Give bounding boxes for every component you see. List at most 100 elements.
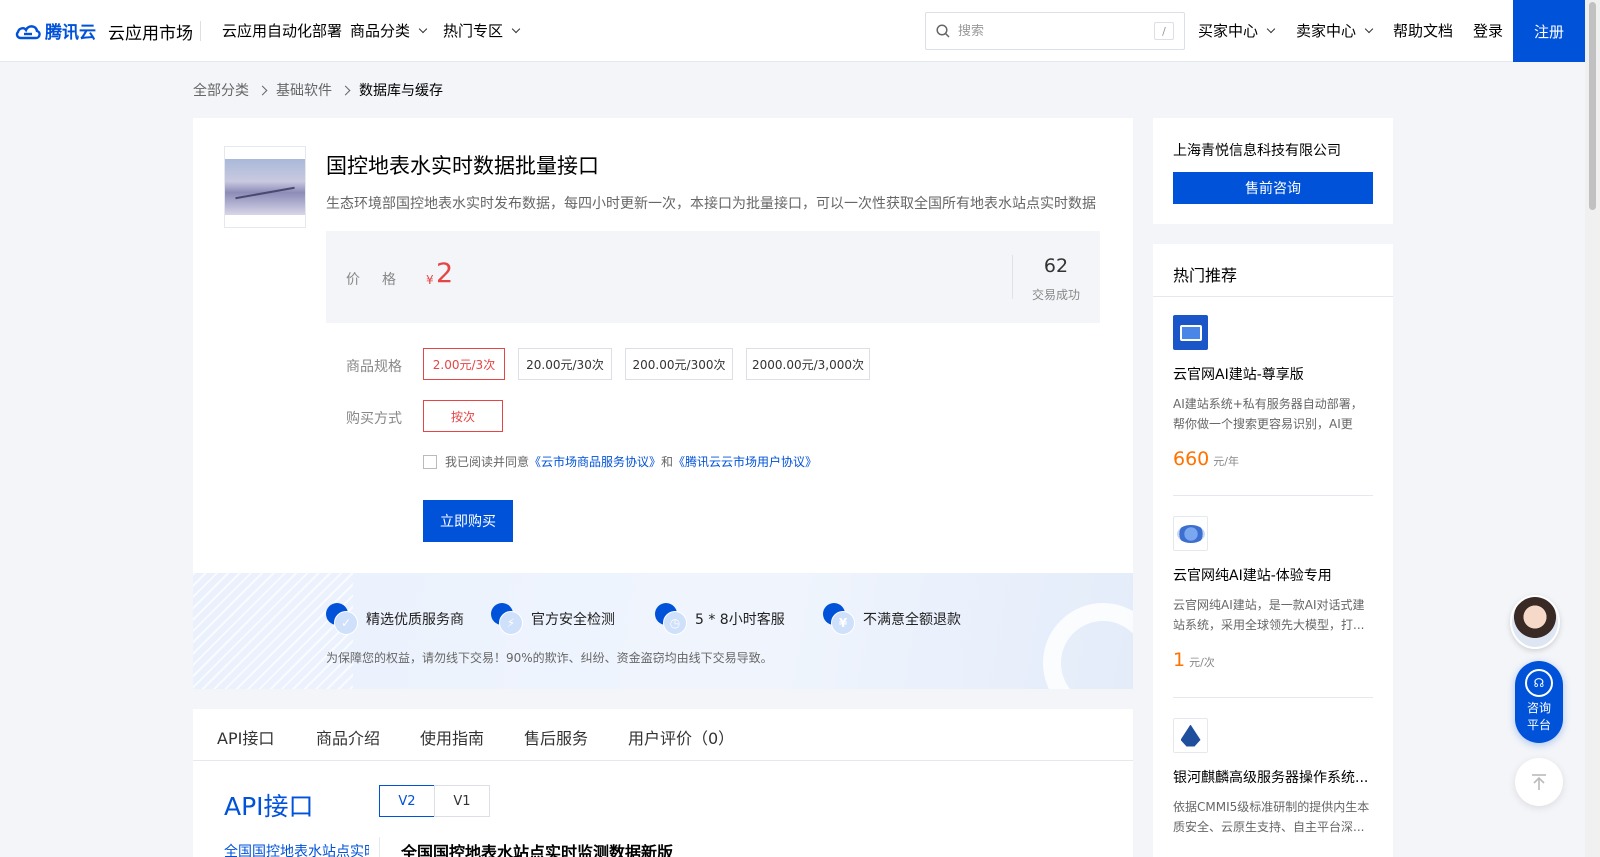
register-button[interactable]: 注册 [1513,0,1585,62]
rec-item[interactable]: 云官网纯AI建站-体验专用 云官网纯AI建站，是一款AI对话式建站系统，采用全球… [1173,516,1373,671]
page-scrollbar[interactable] [1585,0,1600,857]
agreement-checkbox[interactable] [423,454,437,469]
chevron-right-icon [340,85,351,95]
search-box[interactable]: / [925,12,1185,50]
chevron-down-icon [1364,24,1374,33]
assistant-avatar[interactable] [1510,595,1560,649]
verified-provider-icon: ✓ [326,603,358,635]
back-to-top-button[interactable] [1515,758,1563,806]
nav-login[interactable]: 登录 [1473,20,1503,41]
refund-yen-icon: ¥ [823,603,855,635]
service-agreement-link[interactable]: 《云市场商品服务协议》 [529,453,661,470]
consult-platform-button[interactable]: ☊ 咨询 平台 [1515,661,1563,743]
rec-desc: AI建站系统+私有服务器自动部署，帮你做一个搜索更容易识别，AI更容... [1173,397,1363,431]
product-thumbnail [224,146,306,228]
tab-intro[interactable]: 商品介绍 [316,725,380,749]
search-icon [936,24,950,38]
vendor-name[interactable]: 上海青悦信息科技有限公司 [1173,140,1341,160]
spec-option-1[interactable]: 2.00元/3次 [423,348,505,380]
headset-icon: ☊ [1525,669,1553,697]
product-description: 生态环境部国控地表水实时发布数据，每四小时更新一次，本接口为批量接口，可以一次性… [326,196,1096,212]
buy-mode-option[interactable]: 按次 [423,400,503,432]
detail-section: API接口 商品介绍 使用指南 售后服务 用户评价（0） API接口 V2 V1… [193,709,1133,857]
guarantee-banner: ✓ 精选优质服务商 ⚡ 官方安全检测 ◷ 5 * 8小时客服 ¥ 不满意全额退款… [193,573,1133,689]
ai-site-icon [1173,516,1208,551]
rec-desc: 云官网纯AI建站，是一款AI对话式建站系统，采用全球领先大模型，打... [1173,598,1365,632]
security-check-icon: ⚡ [491,603,523,635]
chevron-right-icon [257,85,268,95]
hot-divider [1153,296,1393,297]
search-input[interactable] [958,23,1154,39]
guarantee-item-security: ⚡ 官方安全检测 [491,603,615,635]
spec-option-4[interactable]: 2000.00元/3,000次 [746,348,870,380]
guarantee-item-support: ◷ 5 * 8小时客服 [655,603,785,635]
deal-count: 62 [1043,255,1069,277]
website-builder-icon [1173,315,1208,350]
api-section-title: API接口 [224,792,314,821]
api-side-item[interactable]: 全国国控地表水站点实时监测数据新版 [224,841,369,857]
product-title: 国控地表水实时数据批量接口 [326,154,599,178]
rec-name: 云官网AI建站-尊享版 [1173,367,1304,383]
nav-help-docs[interactable]: 帮助文档 [1393,20,1453,41]
market-title[interactable]: 云应用市场 [108,19,193,44]
product-card: 国控地表水实时数据批量接口 生态环境部国控地表水实时发布数据，每四小时更新一次，… [193,118,1133,573]
version-v2-button[interactable]: V2 [379,785,435,817]
nav-seller-center[interactable]: 卖家中心 [1296,20,1374,41]
rec-price: 1 元/次 [1173,649,1215,671]
vendor-card: 上海青悦信息科技有限公司 售前咨询 [1153,118,1393,224]
breadcrumb-current: 数据库与缓存 [359,83,443,99]
cloud-logo-icon [15,24,41,39]
price-panel: 价格 ¥ 2 62 交易成功 [326,231,1100,323]
price-value: 2 [436,258,454,289]
breadcrumb-all[interactable]: 全部分类 [193,80,249,100]
deal-count-label: 交易成功 [1031,288,1080,302]
agreement-row: 我已阅读并同意 《云市场商品服务协议》 和 《腾讯云云市场用户协议》 [423,453,817,470]
product-image [225,159,305,215]
rec-item[interactable]: 云官网AI建站-尊享版 AI建站系统+私有服务器自动部署，帮你做一个搜索更容易识… [1173,315,1373,470]
breadcrumb: 全部分类 基础软件 数据库与缓存 [193,80,443,100]
hot-recommendations: 热门推荐 云官网AI建站-尊享版 AI建站系统+私有服务器自动部署，帮你做一个搜… [1153,244,1393,857]
rec-name: 银河麒麟高级服务器操作系统... [1173,770,1369,786]
price-label: 价格 [346,272,418,288]
breadcrumb-basic-software[interactable]: 基础软件 [276,80,332,100]
arrow-up-icon [1532,774,1546,790]
tab-api[interactable]: API接口 [217,725,274,749]
version-v1-button[interactable]: V1 [434,785,490,817]
scrollbar-thumb[interactable] [1589,2,1596,210]
api-divider [379,837,380,857]
user-agreement-link[interactable]: 《腾讯云云市场用户协议》 [673,453,817,470]
nav-auto-deploy[interactable]: 云应用自动化部署 [222,20,342,41]
spec-option-2[interactable]: 20.00元/30次 [518,348,612,380]
rec-item[interactable]: 银河麒麟高级服务器操作系统... 依据CMMI5级标准研制的提供内生本质安全、云… [1173,718,1373,837]
api-name: 全国国控地表水站点实时监测数据新版 [401,843,674,857]
kylin-os-icon [1173,718,1208,753]
logo-text: 腾讯云 [45,23,96,43]
spec-option-3[interactable]: 200.00元/300次 [625,348,733,380]
tab-after-sales[interactable]: 售后服务 [524,725,588,749]
chevron-down-icon [418,24,428,33]
detail-tabs: API接口 商品介绍 使用指南 售后服务 用户评价（0） [193,709,1133,761]
rec-price: 660 元/年 [1173,448,1239,470]
tab-reviews[interactable]: 用户评价（0） [628,725,734,749]
clock-icon: ◷ [655,603,687,635]
guarantee-item-refund: ¥ 不满意全额退款 [823,603,961,635]
safety-notice: 为保障您的权益，请勿线下交易！90%的欺诈、纠纷、资金盗窃均由线下交易导致。 [326,651,773,665]
buy-now-button[interactable]: 立即购买 [423,500,513,542]
rec-separator [1173,697,1373,698]
rec-name: 云官网纯AI建站-体验专用 [1173,568,1332,584]
presales-consult-button[interactable]: 售前咨询 [1173,172,1373,204]
hot-title: 热门推荐 [1173,266,1238,285]
price-currency: ¥ [426,273,434,287]
agreement-and: 和 [661,455,674,469]
nav-buyer-center[interactable]: 买家中心 [1198,20,1276,41]
chevron-down-icon [511,24,521,33]
nav-hot-zone[interactable]: 热门专区 [443,20,521,41]
guarantee-item-provider: ✓ 精选优质服务商 [326,603,464,635]
header-divider [200,21,201,41]
agreement-prefix: 我已阅读并同意 [445,455,530,469]
chevron-down-icon [1266,24,1276,33]
buy-mode-label: 购买方式 [346,411,402,427]
tencent-cloud-logo[interactable]: 腾讯云 [15,18,96,43]
nav-categories[interactable]: 商品分类 [350,20,428,41]
tab-guide[interactable]: 使用指南 [420,725,484,749]
